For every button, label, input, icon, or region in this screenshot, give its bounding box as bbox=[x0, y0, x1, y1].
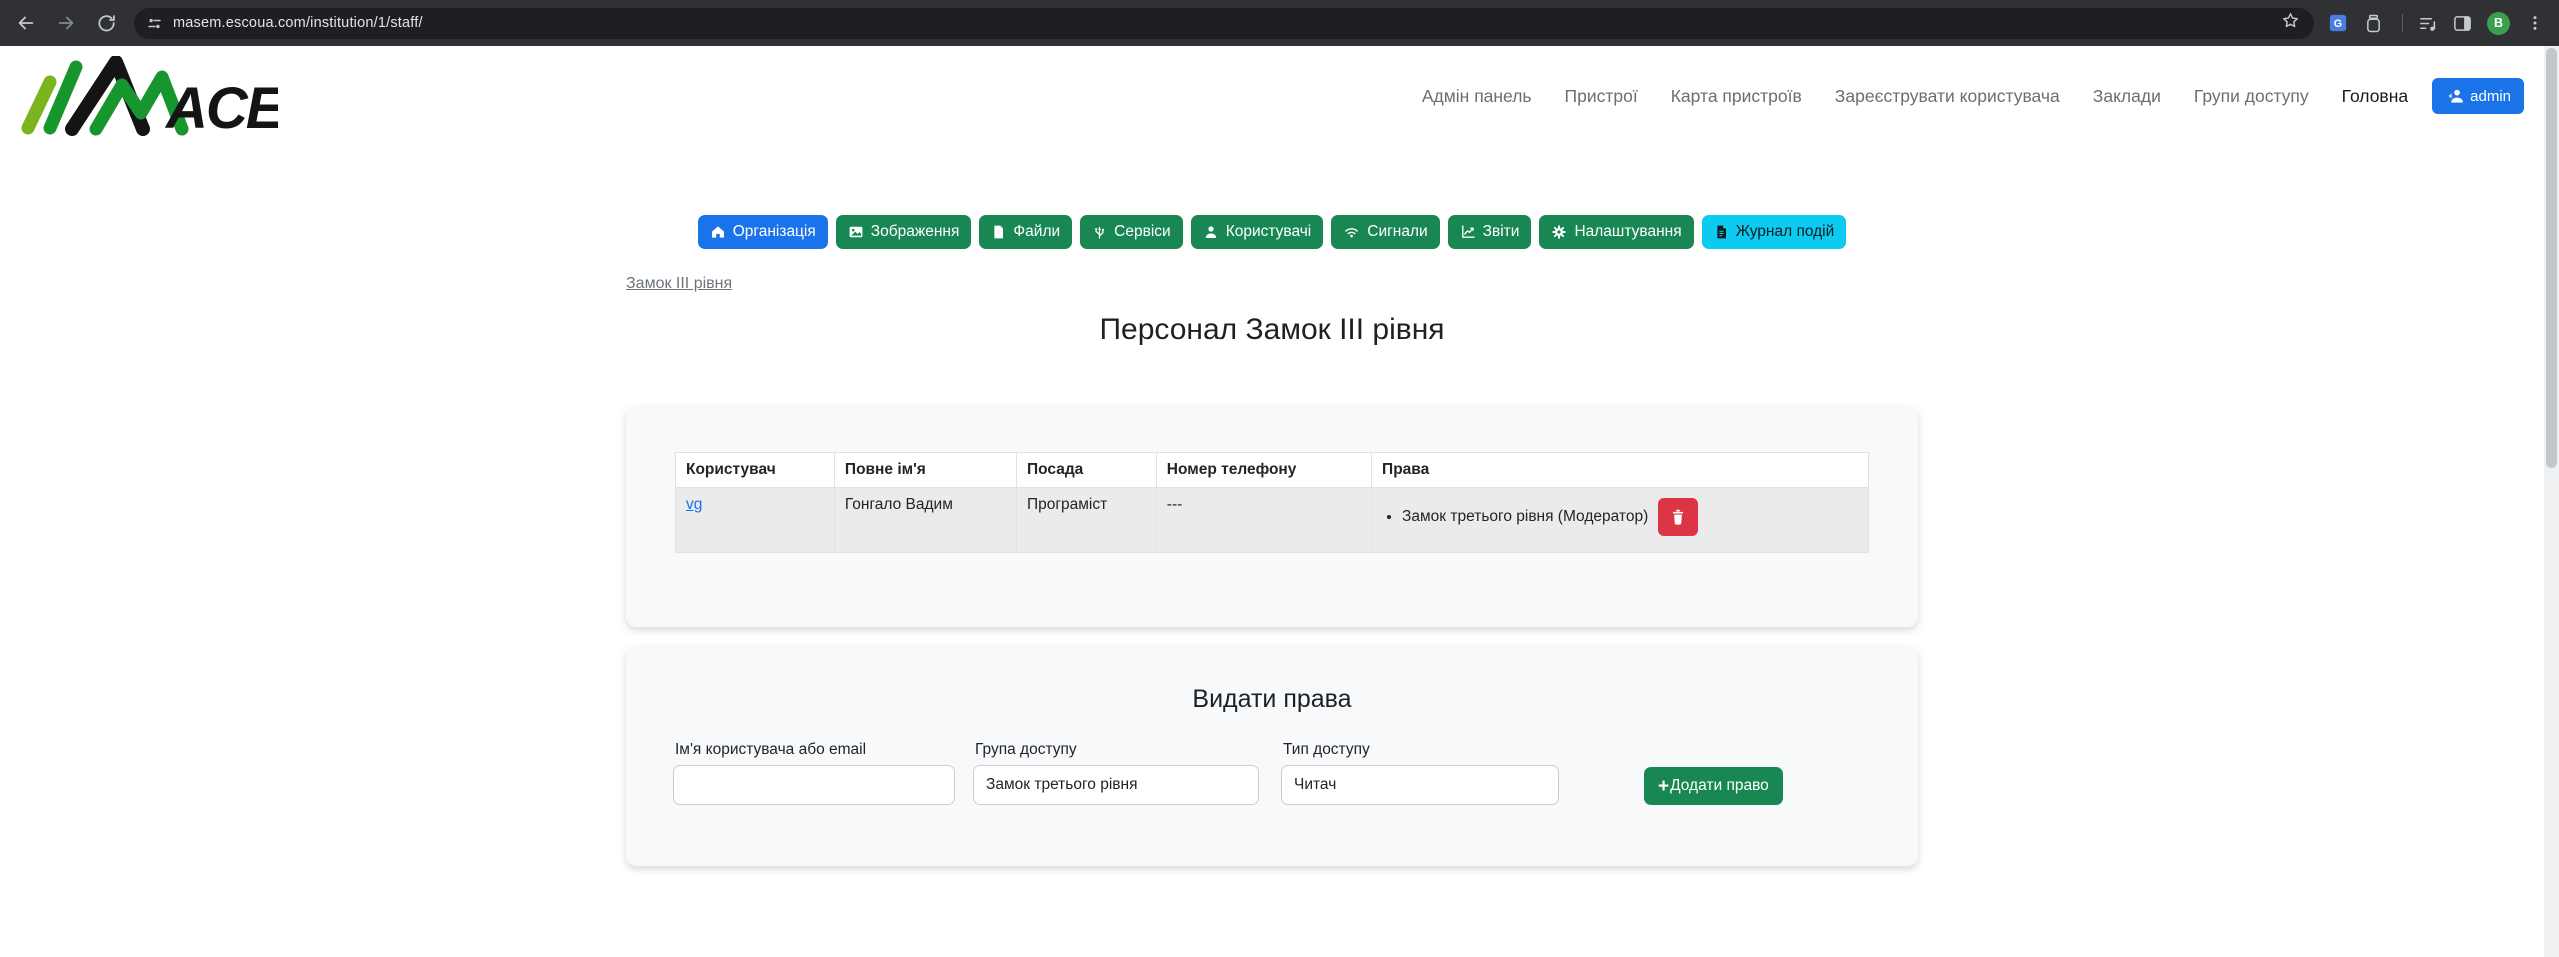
nav-register-user[interactable]: Зареєструвати користувача bbox=[1835, 86, 2060, 107]
username-field-group: Ім'я користувача або email bbox=[673, 741, 955, 805]
nav-devices[interactable]: Пристрої bbox=[1565, 86, 1638, 107]
masem-logo[interactable]: ACEM bbox=[16, 56, 278, 136]
translate-extension-icon[interactable]: G bbox=[2328, 13, 2348, 33]
grant-form-row: Ім'я користувача або email Група доступу… bbox=[673, 741, 1918, 805]
chart-icon bbox=[1460, 224, 1476, 240]
col-position: Посада bbox=[1016, 453, 1156, 488]
svg-text:G: G bbox=[2334, 18, 2342, 30]
toolbar-images-button[interactable]: Зображення bbox=[836, 215, 972, 249]
house-icon bbox=[710, 224, 726, 240]
logo-text: ACEM bbox=[164, 76, 278, 136]
person-icon bbox=[1203, 224, 1219, 240]
person-caret-icon bbox=[2445, 88, 2465, 104]
image-icon bbox=[848, 224, 864, 240]
wifi-icon bbox=[1343, 224, 1360, 240]
main-nav: Адмін панель Пристрої Карта пристроїв За… bbox=[1422, 86, 2408, 107]
staff-table-card: Користувач Повне ім'я Посада Номер телеф… bbox=[626, 407, 1918, 627]
delete-right-button[interactable] bbox=[1658, 498, 1698, 536]
side-panel-icon[interactable] bbox=[2452, 13, 2472, 33]
page-scrollbar bbox=[2544, 46, 2559, 957]
grant-rights-card: Видати права Ім'я користувача або email … bbox=[626, 647, 1918, 866]
toolbar-reports-button[interactable]: Звіти bbox=[1448, 215, 1532, 249]
profile-avatar[interactable]: B bbox=[2487, 12, 2510, 35]
address-bar[interactable]: masem.escoua.com/institution/1/staff/ bbox=[134, 8, 2314, 39]
plus-icon: + bbox=[1658, 777, 1669, 796]
nav-home[interactable]: Головна bbox=[2342, 86, 2409, 107]
journal-icon bbox=[1714, 224, 1729, 240]
toolbar-settings-button[interactable]: Налаштування bbox=[1539, 215, 1693, 249]
content-container: Замок III рівня Персонал Замок III рівня… bbox=[626, 275, 1918, 866]
browser-menu-icon[interactable] bbox=[2525, 13, 2545, 33]
toolbar-divider bbox=[2402, 14, 2403, 32]
col-fullname: Повне ім'я bbox=[834, 453, 1016, 488]
usb-icon bbox=[1092, 224, 1107, 240]
username-or-email-input[interactable] bbox=[673, 765, 955, 805]
col-username: Користувач bbox=[676, 453, 835, 488]
toolbar-signals-button[interactable]: Сигнали bbox=[1331, 215, 1439, 249]
file-icon bbox=[991, 224, 1006, 240]
username-field-label: Ім'я користувача або email bbox=[675, 741, 955, 759]
toolbar-event-log-button[interactable]: Журнал подій bbox=[1702, 215, 1847, 249]
nav-admin-panel[interactable]: Адмін панель bbox=[1422, 86, 1532, 107]
page-body: ACEM Адмін панель Пристрої Карта пристро… bbox=[0, 46, 2544, 866]
table-row: vg Гонгало Вадим Програміст --- Замок тр… bbox=[676, 488, 1869, 553]
nav-institutions[interactable]: Заклади bbox=[2093, 86, 2161, 107]
scrollbar-thumb[interactable] bbox=[2546, 48, 2557, 468]
reload-icon[interactable] bbox=[94, 11, 118, 35]
nav-device-map[interactable]: Карта пристроїв bbox=[1671, 86, 1802, 107]
toolbar-organization-button[interactable]: Організація bbox=[698, 215, 828, 249]
section-toolbar: Організація Зображення Файли Сервіси Кор… bbox=[0, 215, 2544, 249]
access-type-input[interactable] bbox=[1281, 765, 1559, 805]
breadcrumb-institution-link[interactable]: Замок III рівня bbox=[626, 275, 732, 292]
access-group-field-group: Група доступу bbox=[973, 741, 1259, 805]
toolbar-files-button[interactable]: Файли bbox=[979, 215, 1072, 249]
toolbar-services-button[interactable]: Сервіси bbox=[1080, 215, 1183, 249]
site-header: ACEM Адмін панель Пристрої Карта пристро… bbox=[0, 46, 2544, 146]
site-info-icon[interactable] bbox=[146, 15, 163, 32]
access-type-field-group: Тип доступу bbox=[1281, 741, 1559, 805]
jar-extension-icon[interactable] bbox=[2363, 13, 2383, 33]
col-phone: Номер телефону bbox=[1156, 453, 1371, 488]
add-right-button[interactable]: + Додати право bbox=[1644, 767, 1783, 805]
trash-icon bbox=[1670, 509, 1686, 526]
nav-access-groups[interactable]: Групи доступу bbox=[2194, 86, 2309, 107]
page-title: Персонал Замок III рівня bbox=[626, 313, 1918, 347]
toolbar-users-button[interactable]: Користувачі bbox=[1191, 215, 1324, 249]
back-icon[interactable] bbox=[14, 11, 38, 35]
cell-phone: --- bbox=[1156, 488, 1371, 553]
browser-extensions-area: G B bbox=[2328, 12, 2551, 35]
access-type-label: Тип доступу bbox=[1283, 741, 1559, 759]
col-rights: Права bbox=[1372, 453, 1869, 488]
breadcrumb: Замок III рівня bbox=[626, 275, 1918, 293]
bookmark-star-icon[interactable] bbox=[2281, 11, 2300, 35]
browser-chrome: masem.escoua.com/institution/1/staff/ G … bbox=[0, 0, 2559, 46]
url-text: masem.escoua.com/institution/1/staff/ bbox=[173, 15, 423, 31]
admin-account-button[interactable]: admin bbox=[2432, 78, 2524, 114]
cell-position: Програміст bbox=[1016, 488, 1156, 553]
forward-icon[interactable] bbox=[54, 11, 78, 35]
media-controls-icon[interactable] bbox=[2417, 13, 2437, 33]
access-group-input[interactable] bbox=[973, 765, 1259, 805]
gear-icon bbox=[1551, 224, 1567, 240]
staff-table: Користувач Повне ім'я Посада Номер телеф… bbox=[675, 452, 1869, 553]
access-group-label: Група доступу bbox=[975, 741, 1259, 759]
grant-form-title: Видати права bbox=[626, 685, 1918, 714]
table-header-row: Користувач Повне ім'я Посада Номер телеф… bbox=[676, 453, 1869, 488]
cell-rights: Замок третього рівня (Модератор) bbox=[1372, 488, 1869, 553]
username-link[interactable]: vg bbox=[686, 496, 702, 513]
right-item: Замок третього рівня (Модератор) bbox=[1402, 498, 1858, 536]
cell-fullname: Гонгало Вадим bbox=[834, 488, 1016, 553]
